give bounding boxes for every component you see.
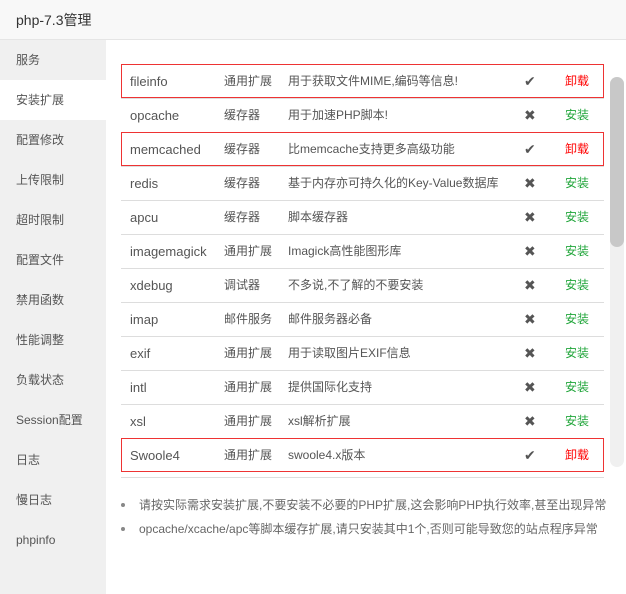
table-row: intl 通用扩展 提供国际化支持 ✖ 安装 bbox=[121, 370, 604, 404]
cross-icon: ✖ bbox=[524, 311, 536, 327]
ext-type: 缓存器 bbox=[224, 142, 261, 156]
sidebar-item[interactable]: 禁用函数 bbox=[0, 280, 106, 320]
check-icon: ✔ bbox=[524, 141, 536, 157]
ext-desc: swoole4.x版本 bbox=[288, 448, 366, 462]
extensions-table: fileinfo 通用扩展 用于获取文件MIME,编码等信息! ✔ 卸载 opca… bbox=[121, 40, 604, 478]
install-link[interactable]: 安装 bbox=[565, 371, 589, 404]
ext-desc: 提供国际化支持 bbox=[288, 380, 373, 394]
table-row: exif 通用扩展 用于读取图片EXIF信息 ✖ 安装 bbox=[121, 336, 604, 370]
ext-desc: xsl解析扩展 bbox=[288, 414, 351, 428]
ext-desc: 邮件服务器必备 bbox=[288, 312, 373, 326]
sidebar-item[interactable]: 安装扩展 bbox=[0, 80, 106, 120]
ext-desc: 用于获取文件MIME,编码等信息! bbox=[288, 74, 458, 88]
ext-desc: 脚本缓存器 bbox=[288, 210, 349, 224]
ext-name: imagemagick bbox=[130, 244, 207, 259]
install-link[interactable]: 安装 bbox=[565, 405, 589, 438]
cross-icon: ✖ bbox=[524, 379, 536, 395]
sidebar-item[interactable]: 配置文件 bbox=[0, 240, 106, 280]
install-link[interactable]: 安装 bbox=[565, 337, 589, 370]
cross-icon: ✖ bbox=[524, 175, 536, 191]
ext-desc: Imagick高性能图形库 bbox=[288, 244, 402, 258]
table-row: imap 邮件服务 邮件服务器必备 ✖ 安装 bbox=[121, 302, 604, 336]
table-row: imagemagick 通用扩展 Imagick高性能图形库 ✖ 安装 bbox=[121, 234, 604, 268]
cross-icon: ✖ bbox=[524, 413, 536, 429]
uninstall-link[interactable]: 卸载 bbox=[565, 439, 589, 472]
ext-name: exif bbox=[130, 346, 151, 361]
ext-name: xsl bbox=[130, 414, 146, 429]
ext-type: 缓存器 bbox=[224, 176, 261, 190]
sidebar-item[interactable]: 慢日志 bbox=[0, 480, 106, 520]
ext-desc: 比memcache支持更多高级功能 bbox=[288, 142, 455, 156]
ext-name: xdebug bbox=[130, 278, 173, 293]
scrollbar-thumb[interactable] bbox=[610, 77, 624, 247]
table-row: apcu 缓存器 脚本缓存器 ✖ 安装 bbox=[121, 200, 604, 234]
table-row: Swoole4 通用扩展 swoole4.x版本 ✔ 卸载 bbox=[121, 438, 604, 472]
sidebar-item[interactable]: 负载状态 bbox=[0, 360, 106, 400]
note-item: opcache/xcache/apc等脚本缓存扩展,请只安装其中1个,否则可能导… bbox=[120, 517, 620, 541]
ext-desc: 不多说,不了解的不要安装 bbox=[288, 278, 424, 292]
ext-type: 调试器 bbox=[224, 278, 261, 292]
ext-desc: 基于内存亦可持久化的Key-Value数据库 bbox=[288, 176, 499, 190]
sidebar-item[interactable]: 日志 bbox=[0, 440, 106, 480]
ext-name: imap bbox=[130, 312, 159, 327]
ext-type: 通用扩展 bbox=[224, 346, 273, 360]
sidebar-item[interactable]: Session配置 bbox=[0, 400, 106, 440]
ext-type: 邮件服务 bbox=[224, 312, 273, 326]
install-link[interactable]: 安装 bbox=[565, 303, 589, 336]
install-link[interactable]: 安装 bbox=[565, 201, 589, 234]
check-icon: ✔ bbox=[524, 73, 536, 89]
ext-type: 通用扩展 bbox=[224, 74, 273, 88]
scrollbar[interactable] bbox=[610, 77, 624, 467]
ext-type: 通用扩展 bbox=[224, 448, 273, 462]
sidebar-item[interactable]: 性能调整 bbox=[0, 320, 106, 360]
sidebar-item[interactable]: 配置修改 bbox=[0, 120, 106, 160]
cross-icon: ✖ bbox=[524, 277, 536, 293]
dialog-title: php-7.3管理 bbox=[0, 0, 626, 40]
ext-desc: 用于加速PHP脚本! bbox=[288, 108, 389, 122]
install-link[interactable]: 安装 bbox=[565, 167, 589, 200]
extensions-panel: fileinfo 通用扩展 用于获取文件MIME,编码等信息! ✔ 卸载 opca… bbox=[106, 40, 626, 594]
table-row: fileinfo 通用扩展 用于获取文件MIME,编码等信息! ✔ 卸载 bbox=[121, 64, 604, 98]
cross-icon: ✖ bbox=[524, 243, 536, 259]
sidebar-item[interactable]: phpinfo bbox=[0, 520, 106, 560]
uninstall-link[interactable]: 卸载 bbox=[565, 65, 589, 98]
cross-icon: ✖ bbox=[524, 345, 536, 361]
ext-name: fileinfo bbox=[130, 74, 168, 89]
table-row: memcached 缓存器 比memcache支持更多高级功能 ✔ 卸载 bbox=[121, 132, 604, 166]
ext-name: intl bbox=[130, 380, 147, 395]
cross-icon: ✖ bbox=[524, 107, 536, 123]
ext-desc: 用于读取图片EXIF信息 bbox=[288, 346, 411, 360]
install-link[interactable]: 安装 bbox=[565, 235, 589, 268]
sidebar-item[interactable]: 服务 bbox=[0, 40, 106, 80]
table-row: redis 缓存器 基于内存亦可持久化的Key-Value数据库 ✖ 安装 bbox=[121, 166, 604, 200]
ext-name: redis bbox=[130, 176, 159, 191]
ext-name: apcu bbox=[130, 210, 159, 225]
sidebar: 服务 安装扩展 配置修改 上传限制 超时限制 配置文件 禁用函数 性能调整 负载状态 Sessio… bbox=[0, 40, 106, 594]
uninstall-link[interactable]: 卸载 bbox=[565, 133, 589, 166]
notes-list: 请按实际需求安装扩展,不要安装不必要的PHP扩展,这会影响PHP执行效率,甚至出… bbox=[120, 493, 620, 541]
sidebar-item[interactable]: 上传限制 bbox=[0, 160, 106, 200]
ext-type: 缓存器 bbox=[224, 210, 261, 224]
ext-name: memcached bbox=[130, 142, 201, 157]
sidebar-item[interactable]: 超时限制 bbox=[0, 200, 106, 240]
note-item: 请按实际需求安装扩展,不要安装不必要的PHP扩展,这会影响PHP执行效率,甚至出… bbox=[120, 493, 620, 517]
ext-type: 通用扩展 bbox=[224, 380, 273, 394]
table-row: xdebug 调试器 不多说,不了解的不要安装 ✖ 安装 bbox=[121, 268, 604, 302]
check-icon: ✔ bbox=[524, 447, 536, 463]
table-row: xsl 通用扩展 xsl解析扩展 ✖ 安装 bbox=[121, 404, 604, 438]
ext-type: 通用扩展 bbox=[224, 414, 273, 428]
table-row: opcache 缓存器 用于加速PHP脚本! ✖ 安装 bbox=[121, 98, 604, 132]
install-link[interactable]: 安装 bbox=[565, 99, 589, 132]
ext-name: Swoole4 bbox=[130, 448, 180, 463]
cross-icon: ✖ bbox=[524, 209, 536, 225]
ext-type: 通用扩展 bbox=[224, 244, 273, 258]
install-link[interactable]: 安装 bbox=[565, 269, 589, 302]
ext-type: 缓存器 bbox=[224, 108, 261, 122]
ext-name: opcache bbox=[130, 108, 180, 123]
